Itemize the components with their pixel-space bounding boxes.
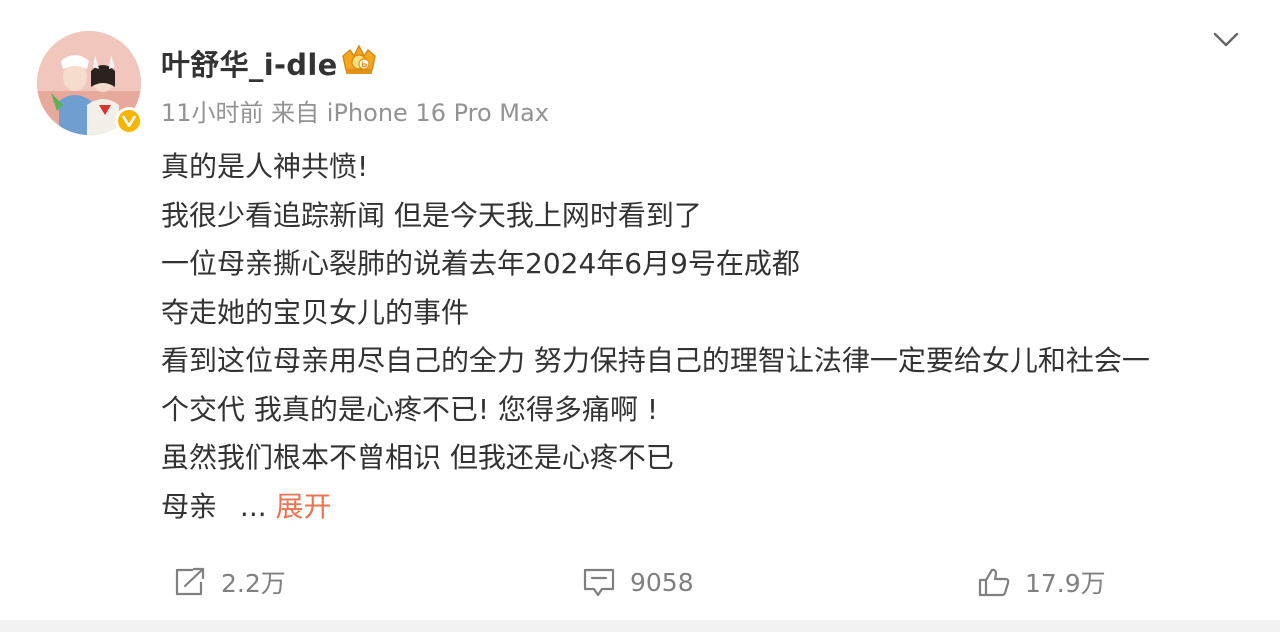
- comment-icon: [582, 566, 616, 598]
- share-icon: [173, 566, 207, 598]
- post-line: 夺走她的宝贝女儿的事件: [161, 295, 470, 329]
- like-button[interactable]: 17.9万: [977, 558, 1106, 606]
- post-line: 一位母亲撕心裂肺的说着去年2024年6月9号在成都: [161, 247, 800, 280]
- post-meta: 11小时前 来自 iPhone 16 Pro Max: [161, 99, 549, 127]
- post-line: 我很少看追踪新闻 但是今天我上网时看到了: [161, 198, 702, 232]
- like-count: 17.9万: [1025, 569, 1106, 598]
- post-line: 个交代 我真的是心疼不已! 您得多痛啊 !: [161, 392, 659, 426]
- post-line-text: 母亲: [161, 489, 218, 523]
- action-bar: 2.2万 9058 17.9万: [0, 558, 1280, 606]
- weibo-post-card: 叶舒华_i-dle 11小时前 来自 iPhone 16 Pro Max 真的是…: [0, 0, 1280, 620]
- ellipsis: ...: [239, 489, 267, 523]
- verified-badge-icon: [115, 107, 143, 135]
- crown-badge-icon[interactable]: [340, 42, 378, 78]
- post-line: 虽然我们根本不曾相识 但我还是心疼不已: [161, 441, 674, 474]
- comment-button[interactable]: 9058: [582, 558, 694, 606]
- repost-button[interactable]: 2.2万: [173, 558, 286, 606]
- thumbs-up-icon: [977, 566, 1011, 598]
- post-line: 看到这位母亲用尽自己的全力 努力保持自己的理智让法律一定要给女儿和社会一: [161, 344, 1150, 377]
- expand-link[interactable]: 展开: [276, 490, 332, 523]
- comment-count: 9058: [630, 567, 694, 597]
- author-name[interactable]: 叶舒华_i-dle: [161, 42, 338, 84]
- repost-count: 2.2万: [221, 569, 286, 598]
- post-last-line: 母亲 ... 展开: [161, 483, 1241, 532]
- avatar[interactable]: [37, 31, 143, 135]
- chevron-down-icon[interactable]: [1210, 27, 1242, 51]
- post-line: 真的是人神共愤!: [161, 150, 369, 183]
- post-body: 真的是人神共愤! 我很少看追踪新闻 但是今天我上网时看到了 一位母亲撕心裂肺的说…: [161, 143, 1241, 531]
